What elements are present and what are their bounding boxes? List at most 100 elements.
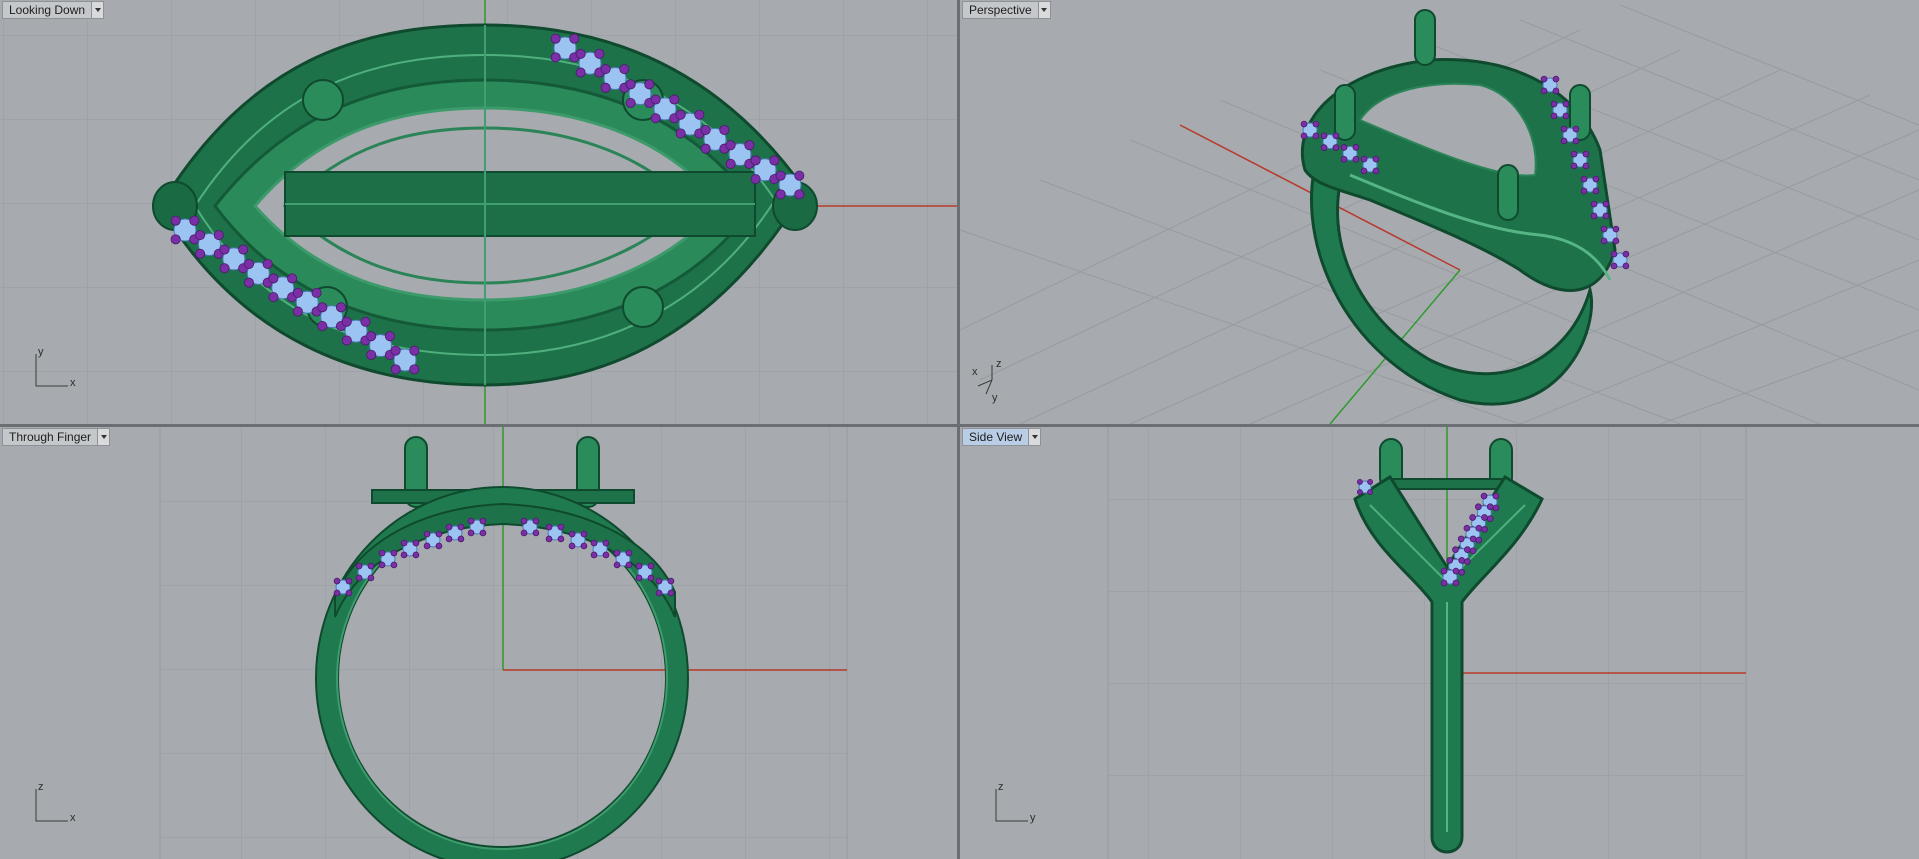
gem-prong [219, 263, 230, 274]
gem-prong [600, 64, 611, 75]
gem-prong [366, 349, 377, 360]
gem-prong [238, 244, 249, 255]
gem-prong [243, 258, 255, 270]
gem-prong [189, 215, 200, 226]
gem-prong [1580, 175, 1588, 183]
viewport-through-finger[interactable]: Through Finger z x [0, 427, 957, 859]
gem-prong [311, 287, 322, 298]
top-view-canvas [0, 0, 957, 424]
gem-prong [1550, 112, 1558, 120]
gem-prong [292, 287, 303, 298]
gem-prong [619, 64, 630, 75]
gem-prong [170, 234, 181, 245]
gem-prong [423, 530, 431, 538]
gem-prong [557, 523, 565, 531]
gem-prong [650, 94, 661, 105]
gem-prong [590, 551, 598, 559]
gem-prong [1356, 489, 1363, 496]
gem-prong [545, 523, 553, 531]
gem-prong [647, 574, 655, 582]
gem-prong [590, 539, 598, 547]
viewport-side-view[interactable]: Side View z y [960, 427, 1919, 859]
viewport-title-tab[interactable]: Through Finger [2, 428, 111, 446]
gem-prong [268, 292, 279, 303]
gem-prong [1612, 237, 1620, 245]
gem-prong [1570, 150, 1578, 158]
gem-prong [1440, 567, 1448, 575]
gem-prong [602, 551, 610, 559]
gem-prong [669, 94, 680, 105]
gem-prong [1570, 162, 1578, 170]
viewport-title-tab[interactable]: Perspective [962, 1, 1051, 19]
gem-prong [600, 82, 611, 93]
gem-prong [644, 79, 655, 90]
gem-prong [341, 335, 352, 346]
axis-label-right: y [1030, 812, 1036, 824]
chevron-down-icon[interactable] [97, 429, 110, 445]
gem-prong [378, 561, 386, 569]
gem-prong [1475, 536, 1483, 544]
axis-label-up: y [38, 346, 44, 358]
side-view-canvas [1107, 427, 1747, 859]
chevron-down-icon[interactable] [1037, 2, 1050, 18]
gem-prong [1486, 515, 1494, 523]
gem-prong [1540, 87, 1548, 95]
gem-prong [625, 561, 633, 569]
gem-prong [1332, 144, 1340, 151]
viewport-title[interactable]: Side View [963, 429, 1029, 445]
gem-prong [400, 551, 408, 559]
gem-prong [355, 562, 363, 570]
gem-prong [412, 539, 420, 547]
gem-prong [580, 542, 588, 550]
viewport-title[interactable]: Through Finger [3, 429, 97, 445]
gem-prong [557, 535, 565, 543]
viewport-perspective[interactable]: Perspective z x y [960, 0, 1919, 424]
gem-prong [1320, 132, 1328, 140]
gem-prong [1360, 167, 1368, 175]
gem-prong [345, 577, 353, 585]
gem-prong [219, 244, 230, 255]
gem-prong [1464, 546, 1471, 553]
gem-prong [1572, 137, 1580, 145]
gem-prong [1300, 120, 1308, 128]
gem-prong [400, 539, 408, 547]
gem-prong [1463, 524, 1471, 532]
gem-prong [366, 331, 377, 342]
gem-prong [750, 174, 761, 185]
gem-prong [1458, 568, 1466, 576]
gem-prong [694, 109, 705, 120]
chevron-down-icon[interactable] [1028, 429, 1041, 445]
gem-prong [287, 273, 298, 284]
viewport-layout: Looking Down y x Perspective z x y Throu… [0, 0, 1919, 859]
gem-prong [1367, 478, 1374, 485]
gem-prong [545, 535, 553, 543]
gem-prong [360, 316, 371, 327]
gem-prong [719, 124, 730, 136]
gem-prong [317, 320, 328, 332]
viewport-title-tab[interactable]: Looking Down [2, 1, 105, 19]
gem-prong [412, 551, 420, 559]
gem-prong [1610, 250, 1618, 258]
gem-prong [650, 113, 661, 124]
viewport-title[interactable]: Perspective [963, 2, 1038, 18]
gem-prong [1610, 262, 1618, 270]
gem-prong [1562, 100, 1570, 108]
gem-prong [744, 140, 755, 151]
gem-prong [467, 517, 475, 525]
axis-label-right: x [70, 812, 76, 824]
gem-prong [1486, 503, 1494, 511]
gem-prong [550, 52, 561, 63]
gem-prong [1492, 492, 1500, 500]
gem-prong [1552, 87, 1560, 95]
gem-prong [667, 589, 675, 597]
gem-prong [195, 230, 206, 241]
gem-prong [675, 128, 686, 139]
gem-prong [569, 33, 580, 44]
viewport-title[interactable]: Looking Down [3, 2, 91, 18]
chevron-down-icon[interactable] [91, 2, 104, 18]
viewport-looking-down[interactable]: Looking Down y x [0, 0, 957, 424]
gem-prong [367, 562, 375, 570]
gem-prong [333, 589, 341, 597]
gem-prong [1550, 100, 1558, 108]
viewport-title-tab[interactable]: Side View [962, 428, 1042, 446]
